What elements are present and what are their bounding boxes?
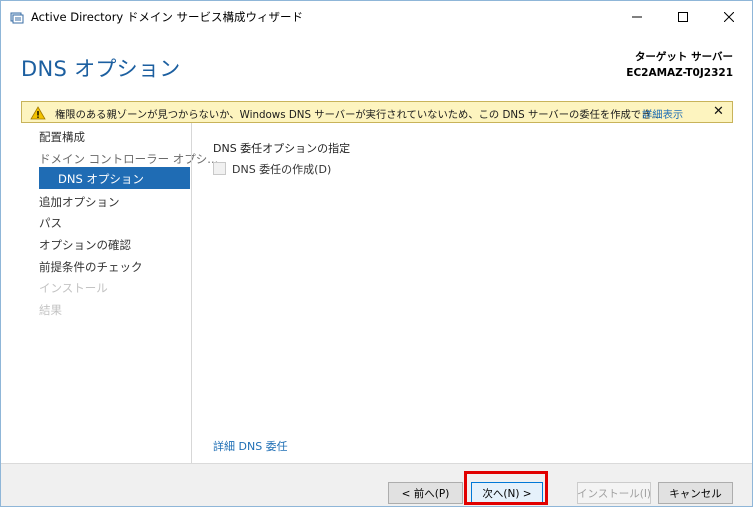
maximize-icon (678, 12, 688, 22)
warning-details-link[interactable]: 詳細表示 (642, 106, 683, 121)
minimize-icon (632, 16, 642, 18)
close-icon (724, 12, 734, 22)
target-server-name: EC2AMAZ-T0J2321 (626, 67, 733, 79)
nav-item-paths[interactable]: パス (39, 215, 62, 231)
nav-divider (191, 123, 192, 463)
minimize-button[interactable] (614, 1, 660, 33)
more-dns-delegation-link[interactable]: 詳細 DNS 委任 (213, 438, 288, 454)
dns-delegation-checkbox (213, 162, 226, 175)
nav-item-prerequisites-check[interactable]: 前提条件のチェック (39, 259, 143, 275)
install-button: インストール(I) (577, 482, 651, 504)
maximize-button[interactable] (660, 1, 706, 33)
server-manager-icon (10, 10, 26, 24)
nav-item-review-options[interactable]: オプションの確認 (39, 237, 131, 253)
nav-item-dns-options[interactable]: DNS オプション (39, 167, 190, 189)
close-button[interactable] (706, 1, 752, 33)
wizard-header: DNS オプション ターゲット サーバー EC2AMAZ-T0J2321 (1, 33, 752, 95)
nav-item-results: 結果 (39, 303, 62, 317)
warning-icon (30, 105, 46, 120)
page-title: DNS オプション (21, 57, 181, 81)
wizard-footer: < 前へ(P) 次へ(N) > インストール(I) キャンセル (1, 463, 752, 506)
warning-close-button[interactable]: ✕ (713, 104, 724, 119)
cancel-button[interactable]: キャンセル (658, 482, 733, 504)
wizard-window: Active Directory ドメイン サービス構成ウィザード DNS オプ… (0, 0, 753, 507)
previous-button[interactable]: < 前へ(P) (388, 482, 463, 504)
title-bar[interactable]: Active Directory ドメイン サービス構成ウィザード (1, 1, 752, 33)
nav-item-dns-options-label: DNS オプション (58, 172, 144, 186)
section-title: DNS 委任オプションの指定 (213, 142, 351, 155)
warning-bar: 権限のある親ゾーンが見つからないか、Windows DNS サーバーが実行されて… (21, 101, 733, 123)
next-button[interactable]: 次へ(N) > (471, 482, 543, 504)
nav-item-deployment-config[interactable]: 配置構成 (39, 129, 85, 145)
warning-message: 権限のある親ゾーンが見つからないか、Windows DNS サーバーが実行されて… (55, 109, 662, 121)
dns-delegation-checkbox-label: DNS 委任の作成(D) (232, 163, 332, 176)
target-server-label: ターゲット サーバー (634, 51, 733, 63)
nav-item-additional-options[interactable]: 追加オプション (39, 194, 120, 210)
nav-item-installation: インストール (39, 281, 108, 295)
window-title: Active Directory ドメイン サービス構成ウィザード (31, 10, 304, 24)
